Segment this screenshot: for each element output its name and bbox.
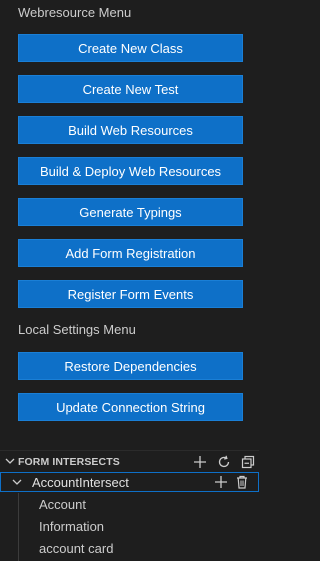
trash-icon[interactable] xyxy=(234,474,250,490)
chevron-down-icon[interactable] xyxy=(11,476,23,488)
chevron-down-icon[interactable] xyxy=(4,455,16,467)
build-web-resources-button[interactable]: Build Web Resources xyxy=(18,116,243,144)
tree-child-account-card[interactable]: account card xyxy=(39,541,113,556)
create-new-test-button[interactable]: Create New Test xyxy=(18,75,243,103)
plus-icon[interactable] xyxy=(213,474,229,490)
collapse-all-icon[interactable] xyxy=(240,454,256,470)
create-new-class-button[interactable]: Create New Class xyxy=(18,34,243,62)
build-deploy-web-resources-button[interactable]: Build & Deploy Web Resources xyxy=(18,157,243,185)
webresource-menu-label: Webresource Menu xyxy=(18,5,132,20)
form-intersects-title: FORM INTERSECTS xyxy=(18,456,120,468)
extension-sidebar: Webresource Menu Create New Class Create… xyxy=(0,0,259,561)
local-settings-menu-label: Local Settings Menu xyxy=(18,322,136,337)
plus-icon[interactable] xyxy=(192,454,208,470)
tree-item-account-intersect[interactable]: AccountIntersect xyxy=(0,472,259,492)
refresh-icon[interactable] xyxy=(216,454,232,470)
form-intersects-header[interactable]: FORM INTERSECTS xyxy=(0,450,259,472)
tree-indent-guide xyxy=(18,493,19,561)
tree-item-label: AccountIntersect xyxy=(32,475,129,490)
generate-typings-button[interactable]: Generate Typings xyxy=(18,198,243,226)
register-form-events-button[interactable]: Register Form Events xyxy=(18,280,243,308)
add-form-registration-button[interactable]: Add Form Registration xyxy=(18,239,243,267)
update-connection-string-button[interactable]: Update Connection String xyxy=(18,393,243,421)
tree-child-account[interactable]: Account xyxy=(39,497,86,512)
restore-dependencies-button[interactable]: Restore Dependencies xyxy=(18,352,243,380)
tree-child-information[interactable]: Information xyxy=(39,519,104,534)
